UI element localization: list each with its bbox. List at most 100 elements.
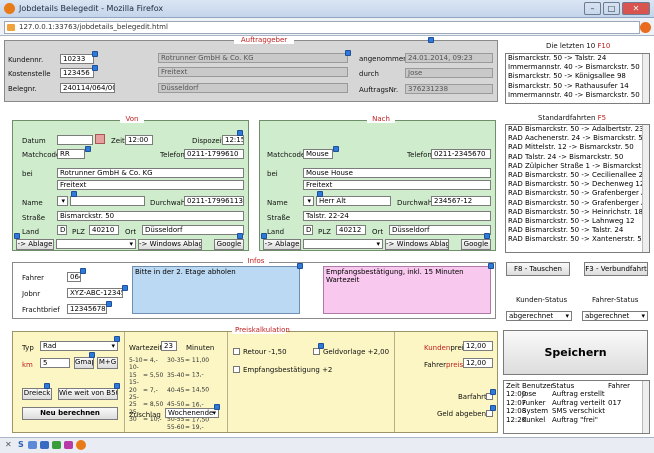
frachtbrief-input[interactable]: 123456789 [67, 304, 107, 314]
von-ort-input[interactable]: Düsseldorf [142, 225, 244, 235]
letzten-scrollbar[interactable] [642, 54, 649, 103]
retour-checkbox[interactable] [233, 348, 240, 355]
von-zusatz-input[interactable]: Freitext [57, 180, 244, 190]
calendar-icon[interactable] [95, 134, 105, 144]
nach-ort-input[interactable]: Düsseldorf [389, 225, 491, 235]
table-row[interactable]: 12:08System SMS verschickt [506, 407, 646, 415]
von-ablage-select[interactable] [56, 239, 136, 249]
info-badge-icon[interactable] [92, 65, 98, 71]
list-item[interactable]: RAD Mittelstr. 12 -> Bismarckstr. 50 [506, 143, 649, 152]
list-item[interactable]: RAD Bismarckstr. 50 -> Dechenweg 12 [506, 180, 649, 189]
info-badge-icon[interactable] [114, 383, 120, 389]
von-telefon-input[interactable]: 0211-1799610 [184, 149, 244, 159]
von-plz-input[interactable]: 40210 [89, 225, 119, 235]
list-item[interactable]: Bismarckstr. 50 -> Talstr. 24 [506, 54, 649, 63]
list-item[interactable]: Immermannstr. 40 -> Bismarckstr. 50 [506, 91, 649, 100]
info-badge-icon[interactable] [71, 191, 77, 197]
kundennr-input[interactable]: 10233 [60, 54, 94, 64]
info-badge-icon[interactable] [488, 263, 494, 269]
list-item[interactable]: Bismarckstr. 50 -> Königsallee 98 [506, 72, 649, 81]
km-input[interactable]: 5 [40, 358, 70, 368]
tauschen-button[interactable]: F8 - Tauschen [506, 262, 570, 276]
nach-bei-input[interactable]: Mouse House [303, 168, 491, 178]
von-ablage-button[interactable]: -> Ablage [16, 239, 54, 250]
close-button[interactable]: ✕ [622, 2, 650, 15]
info-badge-icon[interactable] [44, 383, 50, 389]
info-badge-icon[interactable] [92, 51, 98, 57]
dispozeit-input[interactable]: 12:15 [222, 135, 244, 145]
bemerkung-textarea[interactable]: Bitte in der 2. Etage abholen [132, 266, 300, 314]
list-item[interactable]: RAD Bismarckstr. 50 -> Grafenberger Alle… [506, 199, 649, 208]
nach-telefon-input[interactable]: 0211-2345670 [431, 149, 491, 159]
table-row[interactable]: 12:00Jose Auftrag erstellt [506, 390, 646, 398]
fahrer-status-select[interactable]: abgerechnet [582, 311, 648, 321]
von-durchwahl-input[interactable]: 0211-17996113 [184, 196, 244, 206]
info-badge-icon[interactable] [114, 336, 120, 342]
table-row[interactable]: 12:20Kunkel Auftrag "frei" [506, 416, 646, 424]
verbundfahrt-button[interactable]: F3 - Verbundfahrt [584, 262, 648, 276]
standard-list[interactable]: RAD Bismarckstr. 50 -> Adalbertstr. 23 R… [505, 124, 650, 253]
belegnr-input[interactable]: 240114/064/004 [60, 83, 115, 93]
info-badge-icon[interactable] [490, 405, 496, 411]
info-badge-icon[interactable] [85, 146, 91, 152]
fahrerpreis-input[interactable]: 12,00 [463, 358, 493, 368]
von-land-input[interactable]: D [57, 225, 67, 235]
dreieck-button[interactable]: Dreieck [22, 388, 52, 400]
nach-land-input[interactable]: D [303, 225, 313, 235]
kostenstelle-input[interactable]: 123456 [60, 68, 94, 78]
info-badge-icon[interactable] [237, 130, 243, 136]
nach-durchwahl-input[interactable]: 234567-12 [431, 196, 491, 206]
info-badge-icon[interactable] [318, 343, 324, 349]
wieweit-button[interactable]: Wie weit von B50 [58, 388, 118, 400]
info-badge-icon[interactable] [237, 233, 243, 239]
info-badge-icon[interactable] [490, 389, 496, 395]
info-badge-icon[interactable] [80, 268, 86, 274]
anrede-select[interactable] [57, 196, 68, 206]
mg-button[interactable]: M+G [97, 357, 118, 369]
info-badge-icon[interactable] [345, 50, 351, 56]
zeit-input[interactable]: 12:00 [125, 135, 153, 145]
list-item[interactable]: Immermannstr. 40 -> Bismarckstr. 50 [506, 63, 649, 72]
list-item[interactable]: RAD Bismarckstr. 50 -> Adalbertstr. 23 [506, 125, 649, 134]
von-strasse-input[interactable]: Bismarckstr. 50 [57, 211, 244, 221]
zuschlag-select[interactable]: Wochenende [165, 408, 219, 418]
typ-select[interactable]: Rad [40, 341, 118, 351]
list-item[interactable]: RAD Aachenerstr. 24 -> Bismarckstr. 50 [506, 134, 649, 143]
addon-icon[interactable] [76, 440, 86, 450]
von-google-button[interactable]: Google [214, 239, 244, 250]
info-badge-icon[interactable] [297, 263, 303, 269]
nach-matchcode-input[interactable]: Mouse [303, 149, 333, 159]
info-badge-icon[interactable] [333, 146, 339, 152]
von-bei-input[interactable]: Rotrunner GmbH & Co. KG [57, 168, 244, 178]
close-icon[interactable]: ✕ [5, 440, 12, 449]
kundenpreis-input[interactable]: 12,00 [463, 341, 493, 351]
info-badge-icon[interactable] [484, 233, 490, 239]
addon-icon[interactable] [64, 441, 73, 449]
nach-zusatz-input[interactable]: Freitext [303, 180, 491, 190]
s-addon-icon[interactable]: S [18, 440, 24, 449]
info-badge-icon[interactable] [89, 352, 95, 358]
list-item[interactable]: Bismarckstr. 50 -> Rathausufer 14 [506, 82, 649, 91]
anrede-select[interactable] [303, 196, 314, 206]
standard-scrollbar[interactable] [642, 125, 649, 252]
addon-icon[interactable] [52, 441, 61, 449]
log-scrollbar[interactable] [642, 381, 649, 433]
addon-icon[interactable] [28, 441, 37, 449]
nach-windows-ablage-button[interactable]: -> Windows Ablage [385, 239, 449, 250]
list-item[interactable]: RAD Bismarckstr. 50 -> Talstr. 24 [506, 226, 649, 235]
nach-name-input[interactable]: Herr Alt [316, 196, 391, 206]
gmap-button[interactable]: Gmap [74, 357, 94, 369]
jobnr-input[interactable]: XYZ-ABC-123456 [67, 288, 123, 298]
nach-plz-input[interactable]: 40212 [336, 225, 366, 235]
info-badge-icon[interactable] [214, 404, 220, 410]
von-name-input[interactable] [70, 196, 145, 206]
letzten-list[interactable]: Bismarckstr. 50 -> Talstr. 24 Immermanns… [505, 53, 650, 104]
nach-ablage-select[interactable] [303, 239, 383, 249]
nach-strasse-input[interactable]: Talstr. 22-24 [303, 211, 491, 221]
list-item[interactable]: RAD Zülpicher Straße 1 -> Bismarckstr. 5… [506, 162, 649, 171]
datum-input[interactable] [57, 135, 93, 145]
addon-icon[interactable] [40, 441, 49, 449]
minimize-button[interactable]: – [584, 2, 601, 15]
info-badge-icon[interactable] [261, 233, 267, 239]
speichern-button[interactable]: Speichern [503, 330, 648, 375]
